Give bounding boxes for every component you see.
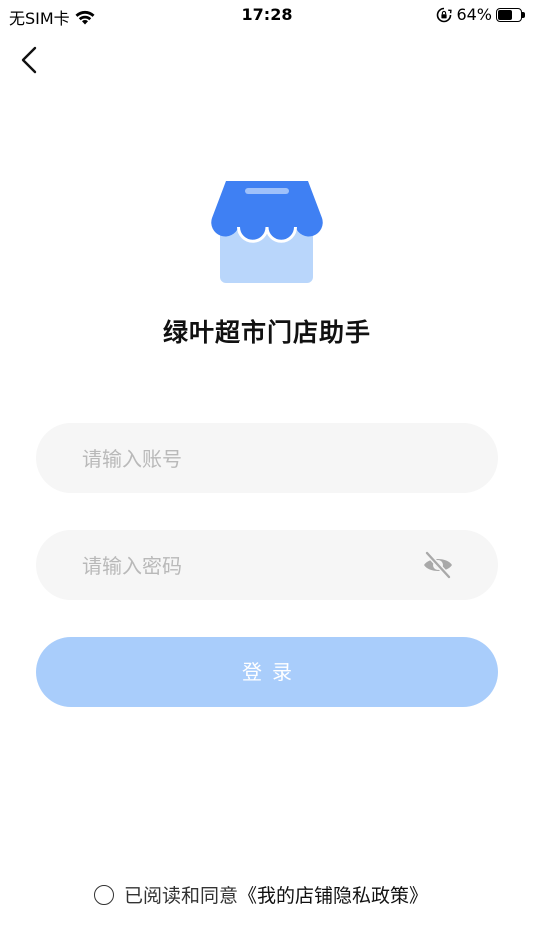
status-right: 64% (436, 5, 526, 24)
status-bar: 无SIM卡 17:28 64% (0, 0, 534, 32)
chevron-left-icon (21, 46, 37, 74)
app-title: 绿叶超市门店助手 (162, 318, 371, 347)
back-button[interactable] (12, 42, 48, 78)
battery-icon (496, 7, 526, 22)
store-awning-icon (211, 181, 323, 283)
account-field[interactable] (36, 423, 498, 495)
orientation-lock-icon (437, 7, 453, 22)
battery-percent: 64% (456, 5, 492, 24)
agreement-text: 已阅读和同意 (124, 885, 239, 907)
agreement-row: 已阅读和同意 《我的店铺隐私政策》 (94, 881, 428, 908)
agreement-checkbox[interactable] (94, 884, 114, 905)
privacy-policy-link[interactable]: 《我的店铺隐私政策》 (238, 881, 428, 908)
password-input[interactable] (80, 530, 434, 602)
password-field[interactable] (36, 530, 498, 602)
login-button[interactable]: 登录 (36, 637, 498, 707)
account-input[interactable] (80, 423, 434, 495)
eye-off-icon[interactable] (422, 550, 454, 580)
